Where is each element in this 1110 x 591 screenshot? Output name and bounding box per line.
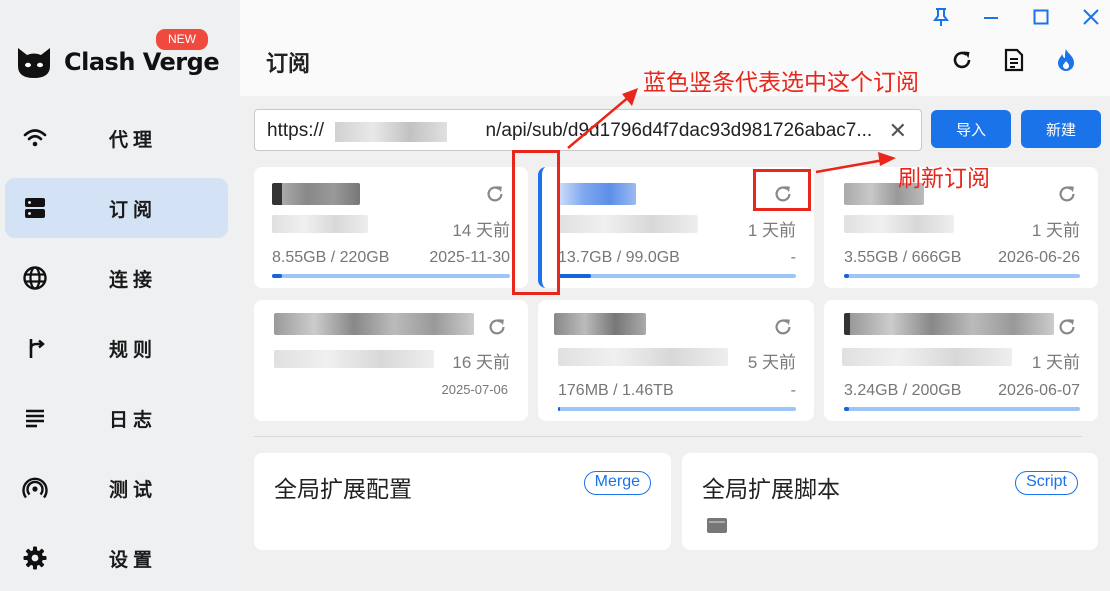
gear-icon	[22, 545, 48, 571]
profile-card[interactable]: 16 天前 2025-07-06	[254, 300, 528, 421]
global-merge-card[interactable]: 全局扩展配置 Merge	[254, 453, 671, 550]
maximize-icon[interactable]	[1028, 4, 1054, 30]
page-title: 订阅	[266, 52, 311, 77]
profile-name-blurred	[274, 313, 474, 335]
sidebar-item-test[interactable]: 测试	[5, 458, 228, 518]
profile-url-blurred	[558, 348, 728, 366]
selected-annotation-text: 蓝色竖条代表选中这个订阅	[643, 70, 919, 96]
profile-url-blurred	[842, 348, 1012, 366]
sidebar-item-subscription[interactable]: 订阅	[5, 178, 228, 238]
refresh-icon[interactable]	[770, 314, 796, 340]
profile-url-blurred	[558, 215, 698, 233]
divider	[254, 436, 1082, 437]
script-badge: Script	[1015, 471, 1078, 495]
arrow-to-selected	[567, 88, 638, 149]
usage-progress	[272, 274, 510, 278]
pin-icon[interactable]	[928, 4, 954, 30]
usage-progress	[558, 274, 796, 278]
globe-icon	[22, 265, 48, 291]
list-icon	[22, 405, 48, 431]
profile-card[interactable]: 1 天前 3.24GB / 200GB 2026-06-07	[824, 300, 1098, 421]
selected-indicator-highlight	[512, 150, 560, 295]
sidebar-item-label: 设置	[109, 548, 158, 571]
traffic-usage: 8.55GB / 220GB	[272, 249, 390, 266]
profile-name-blurred	[272, 183, 360, 205]
updated-time: 1 天前	[1031, 353, 1080, 372]
minimize-icon[interactable]	[978, 4, 1004, 30]
flame-icon[interactable]	[1052, 46, 1080, 74]
profile-url-blurred	[844, 215, 954, 233]
sidebar-item-settings[interactable]: 设置	[5, 528, 228, 588]
cat-logo-icon	[18, 48, 50, 78]
expire-date: 2026-06-26	[998, 249, 1080, 266]
profile-url-blurred	[272, 215, 368, 233]
updated-time: 1 天前	[747, 221, 796, 240]
profile-card[interactable]: 14 天前 8.55GB / 220GB 2025-11-30	[254, 167, 528, 288]
radar-icon	[22, 475, 48, 501]
refresh-all-icon[interactable]	[948, 46, 976, 74]
route-icon	[22, 335, 48, 361]
expire-date: 2025-11-30	[429, 249, 510, 266]
traffic-usage: 3.24GB / 200GB	[844, 382, 962, 399]
sidebar-item-label: 测试	[109, 478, 158, 501]
global-script-card[interactable]: 全局扩展脚本 Script	[682, 453, 1098, 550]
sidebar-item-proxy[interactable]: 代理	[5, 108, 228, 168]
sidebar-item-rules[interactable]: 规则	[5, 318, 228, 378]
expire-date: 2025-07-06	[441, 382, 509, 397]
url-redacted-blur	[335, 122, 447, 142]
sidebar-item-label: 规则	[109, 338, 158, 361]
sidebar-item-connections[interactable]: 连接	[5, 248, 228, 308]
refresh-annotation-text: 刷新订阅	[898, 166, 990, 192]
expire-date: 2026-06-07	[998, 382, 1080, 399]
refresh-icon[interactable]	[484, 314, 510, 340]
sidebar-item-label: 连接	[109, 268, 158, 291]
sidebar-item-logs[interactable]: 日志	[5, 388, 228, 448]
import-button[interactable]: 导入	[931, 110, 1011, 148]
usage-progress	[558, 407, 796, 411]
arrow-to-refresh	[815, 152, 896, 174]
close-icon[interactable]	[1078, 4, 1104, 30]
refresh-highlight	[753, 169, 811, 211]
usage-progress	[844, 407, 1080, 411]
profile-name-blurred	[558, 183, 636, 205]
updated-time: 14 天前	[452, 221, 510, 240]
traffic-usage: 176MB / 1.46TB	[558, 382, 674, 399]
app-name: Clash Verge	[64, 48, 220, 76]
wifi-icon	[22, 125, 48, 151]
refresh-icon[interactable]	[1054, 314, 1080, 340]
folder-icon[interactable]	[706, 516, 728, 534]
new-badge: NEW	[156, 29, 208, 50]
expire-date: -	[790, 382, 796, 399]
clear-icon[interactable]: ✕	[889, 118, 907, 144]
expire-date: -	[790, 249, 796, 266]
updated-time: 5 天前	[747, 353, 796, 372]
sidebar-item-label: 代理	[109, 128, 158, 151]
profile-name-blurred	[844, 313, 1054, 335]
sidebar-item-label: 订阅	[109, 198, 158, 221]
traffic-usage: 3.55GB / 666GB	[844, 249, 962, 266]
document-icon[interactable]	[1000, 46, 1028, 74]
traffic-usage: 13.7GB / 99.0GB	[558, 249, 680, 266]
refresh-icon[interactable]	[1054, 181, 1080, 207]
global-script-title: 全局扩展脚本	[702, 477, 840, 503]
global-merge-title: 全局扩展配置	[274, 477, 412, 503]
merge-badge: Merge	[583, 471, 651, 495]
sidebar-item-label: 日志	[109, 408, 158, 431]
updated-time: 16 天前	[452, 353, 510, 372]
usage-progress	[844, 274, 1080, 278]
profile-card[interactable]: 5 天前 176MB / 1.46TB -	[538, 300, 814, 421]
refresh-icon[interactable]	[482, 181, 508, 207]
profile-name-blurred	[554, 313, 646, 335]
profile-url-blurred	[274, 350, 434, 368]
updated-time: 1 天前	[1031, 221, 1080, 240]
new-button[interactable]: 新建	[1021, 110, 1101, 148]
sidebar: Clash Verge NEW 代理 订阅 连接 规则 日志 测试 设置	[0, 0, 240, 591]
server-icon	[22, 195, 48, 221]
